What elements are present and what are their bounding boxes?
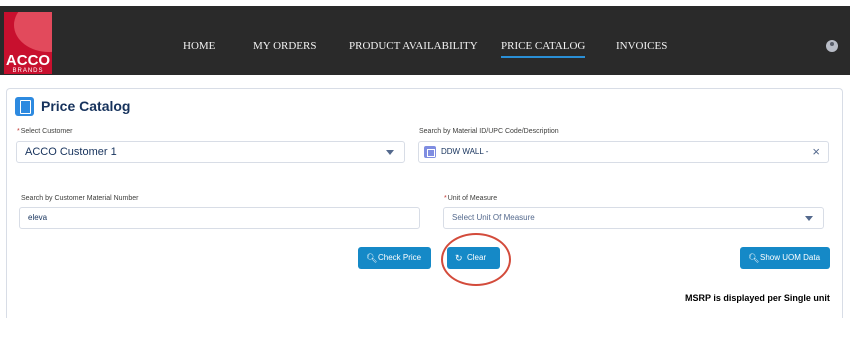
uom-select-placeholder: Select Unit Of Measure bbox=[452, 213, 535, 222]
annotation-circle bbox=[441, 233, 511, 286]
nav-price-catalog[interactable]: PRICE CATALOG bbox=[501, 40, 586, 58]
required-mark: * bbox=[17, 128, 20, 135]
nav-invoices[interactable]: INVOICES bbox=[616, 40, 667, 52]
required-mark: * bbox=[444, 195, 447, 202]
acco-brands-logo[interactable]: ACCO BRANDS bbox=[4, 12, 52, 74]
show-uom-data-label: Show UOM Data bbox=[760, 253, 821, 262]
customer-material-label: Search by Customer Material Number bbox=[21, 195, 139, 202]
chevron-down-icon bbox=[386, 150, 394, 155]
nav-home[interactable]: HOME bbox=[183, 40, 215, 52]
nav-my-orders[interactable]: MY ORDERS bbox=[253, 40, 316, 52]
logo-subtitle: BRANDS bbox=[12, 68, 44, 74]
uom-label-text: Unit of Measure bbox=[447, 195, 498, 202]
check-price-button[interactable]: 🔍︎ Check Price bbox=[358, 247, 431, 269]
show-uom-data-button[interactable]: 🔍︎ Show UOM Data bbox=[740, 247, 830, 269]
close-icon[interactable]: × bbox=[812, 144, 820, 159]
chevron-down-icon bbox=[805, 216, 813, 221]
material-search-input[interactable]: DDW WALL - × bbox=[418, 141, 829, 163]
search-icon: 🔍︎ bbox=[748, 253, 760, 263]
customer-label: *Select Customer bbox=[17, 128, 72, 135]
msrp-note: MSRP is displayed per Single unit bbox=[685, 293, 830, 303]
customer-material-input[interactable]: eleva bbox=[19, 207, 420, 229]
uom-select[interactable]: Select Unit Of Measure bbox=[443, 207, 824, 229]
price-catalog-card: Price Catalog bbox=[6, 88, 843, 318]
customer-material-value: eleva bbox=[28, 213, 48, 222]
user-icon[interactable] bbox=[826, 40, 838, 52]
material-search-value: DDW WALL - bbox=[441, 147, 489, 156]
logo-swoosh bbox=[14, 12, 52, 52]
page-title: Price Catalog bbox=[41, 98, 131, 114]
customer-label-text: Select Customer bbox=[20, 128, 73, 135]
search-icon: 🔍︎ bbox=[366, 253, 378, 263]
customer-select[interactable]: ACCO Customer 1 bbox=[16, 141, 405, 163]
product-icon bbox=[424, 146, 436, 158]
logo-name: ACCO bbox=[5, 52, 51, 69]
material-search-label: Search by Material ID/UPC Code/Descripti… bbox=[419, 128, 559, 135]
uom-label: *Unit of Measure bbox=[444, 195, 497, 202]
top-navigation-bar: ACCO BRANDS HOME MY ORDERS PRODUCT AVAIL… bbox=[0, 6, 850, 75]
nav-product-availability[interactable]: PRODUCT AVAILABILITY bbox=[349, 40, 478, 52]
customer-select-value: ACCO Customer 1 bbox=[25, 146, 117, 158]
catalog-icon bbox=[15, 97, 34, 116]
check-price-label: Check Price bbox=[378, 253, 422, 262]
